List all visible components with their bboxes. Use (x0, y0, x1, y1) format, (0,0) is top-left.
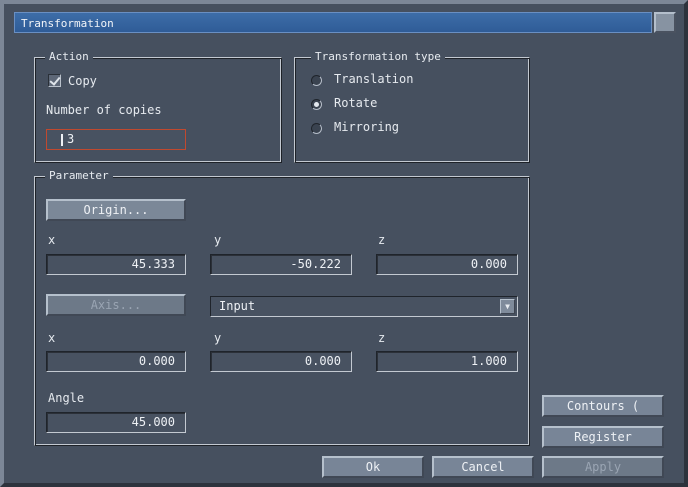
text-cursor (61, 134, 63, 146)
rotate-radio[interactable] (311, 99, 322, 110)
translation-radio[interactable] (311, 75, 322, 86)
title-bar: Transformation (14, 12, 652, 33)
angle-input[interactable]: 45.000 (46, 412, 186, 433)
ok-button[interactable]: Ok (322, 456, 424, 478)
cancel-button[interactable]: Cancel (432, 456, 534, 478)
copies-value: 3 (67, 132, 75, 146)
axis-mode-select[interactable]: Input ▼ (210, 296, 518, 317)
copy-checkbox[interactable] (48, 74, 61, 87)
axis-x-input[interactable]: 0.000 (46, 351, 186, 372)
axis-y-label: y (214, 331, 222, 345)
register-button[interactable]: Register (542, 426, 664, 448)
parameter-group-title: Parameter (45, 169, 113, 183)
axis-y-input[interactable]: 0.000 (210, 351, 352, 372)
copy-label: Copy (68, 74, 97, 88)
copies-label: Number of copies (46, 103, 162, 117)
apply-button[interactable]: Apply (542, 456, 664, 478)
action-group-title: Action (45, 50, 93, 64)
mirroring-radio[interactable] (311, 123, 322, 134)
rotate-label: Rotate (334, 96, 378, 110)
axis-x-label: x (48, 331, 56, 345)
contours-button[interactable]: Contours ( (542, 395, 664, 417)
origin-y-input[interactable]: -50.222 (210, 254, 352, 275)
translation-label: Translation (334, 72, 414, 86)
window-menu-button[interactable] (654, 12, 676, 33)
origin-z-input[interactable]: 0.000 (376, 254, 518, 275)
origin-x-input[interactable]: 45.333 (46, 254, 186, 275)
axis-z-input[interactable]: 1.000 (376, 351, 518, 372)
origin-z-label: z (378, 233, 386, 247)
axis-button[interactable]: Axis... (46, 294, 186, 316)
mirroring-label: Mirroring (334, 120, 400, 134)
origin-y-label: y (214, 233, 222, 247)
window-title: Transformation (21, 17, 114, 30)
origin-x-label: x (48, 233, 56, 247)
origin-button[interactable]: Origin... (46, 199, 186, 221)
copies-input[interactable]: 3 (46, 129, 186, 150)
axis-z-label: z (378, 331, 386, 345)
transformation-type-title: Transformation type (311, 50, 445, 64)
axis-mode-value: Input (219, 299, 256, 313)
angle-label: Angle (48, 391, 85, 405)
chevron-down-icon[interactable]: ▼ (500, 299, 515, 314)
